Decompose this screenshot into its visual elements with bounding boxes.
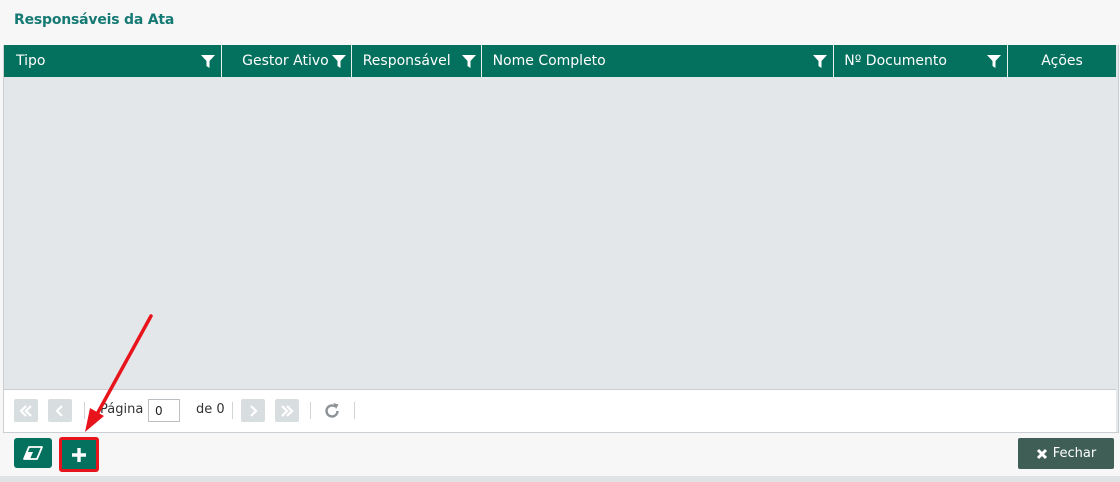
first-page-button[interactable]: [14, 399, 38, 422]
column-label-acoes: Ações: [1041, 53, 1083, 69]
column-label-documento: Nº Documento: [844, 53, 947, 69]
dialog-title: Responsáveis da Ata: [14, 12, 175, 28]
pager-separator: [354, 402, 355, 419]
filter-icon[interactable]: [987, 55, 1002, 68]
page-label: Página: [100, 402, 144, 417]
column-label-gestor-ativo: Gestor Ativo: [242, 53, 329, 69]
pager-separator: [310, 402, 311, 419]
filter-icon[interactable]: [200, 55, 215, 68]
pager-separator: [232, 402, 233, 419]
x-icon: [1036, 448, 1047, 459]
column-label-nome-completo: Nome Completo: [492, 53, 606, 69]
grid-header: Tipo Gestor Ativo Responsável Nome Compl…: [4, 45, 1116, 77]
column-header-gestor-ativo[interactable]: Gestor Ativo: [222, 45, 352, 77]
column-header-documento[interactable]: Nº Documento: [834, 45, 1009, 77]
plus-icon: [72, 447, 86, 462]
refresh-icon[interactable]: [322, 401, 342, 421]
next-page-button[interactable]: [241, 399, 265, 422]
page-number-input[interactable]: [148, 399, 180, 422]
responsaveis-dialog: Responsáveis da Ata Tipo Gestor Ativo Re…: [0, 0, 1120, 482]
grid-body-empty: [4, 77, 1116, 389]
column-header-tipo[interactable]: Tipo: [4, 45, 222, 77]
column-header-acoes: Ações: [1008, 45, 1116, 77]
filter-icon[interactable]: [813, 55, 828, 68]
previous-page-button[interactable]: [48, 399, 72, 422]
chevron-left-icon: [55, 404, 63, 417]
column-label-responsavel: Responsável: [362, 53, 451, 69]
responsaveis-grid: Tipo Gestor Ativo Responsável Nome Compl…: [3, 45, 1119, 433]
add-button[interactable]: [59, 437, 99, 472]
double-chevron-left-icon: [19, 404, 32, 417]
chevron-right-icon: [250, 404, 258, 417]
last-page-button[interactable]: [275, 399, 299, 422]
filter-icon[interactable]: [331, 55, 346, 68]
close-button-label: Fechar: [1052, 446, 1097, 461]
column-header-responsavel[interactable]: Responsável: [352, 45, 482, 77]
bottom-strip: [0, 476, 1120, 482]
column-header-nome-completo[interactable]: Nome Completo: [482, 45, 835, 77]
double-chevron-right-icon: [281, 404, 294, 417]
filter-icon[interactable]: [461, 55, 476, 68]
pager-separator: [84, 402, 85, 419]
close-button[interactable]: Fechar: [1018, 438, 1114, 469]
pager-toolbar: Página de 0: [4, 389, 1116, 432]
column-label-tipo: Tipo: [16, 53, 46, 69]
clear-button[interactable]: [14, 438, 52, 468]
eraser-icon: [23, 446, 43, 460]
page-count-label: de 0: [196, 402, 225, 417]
